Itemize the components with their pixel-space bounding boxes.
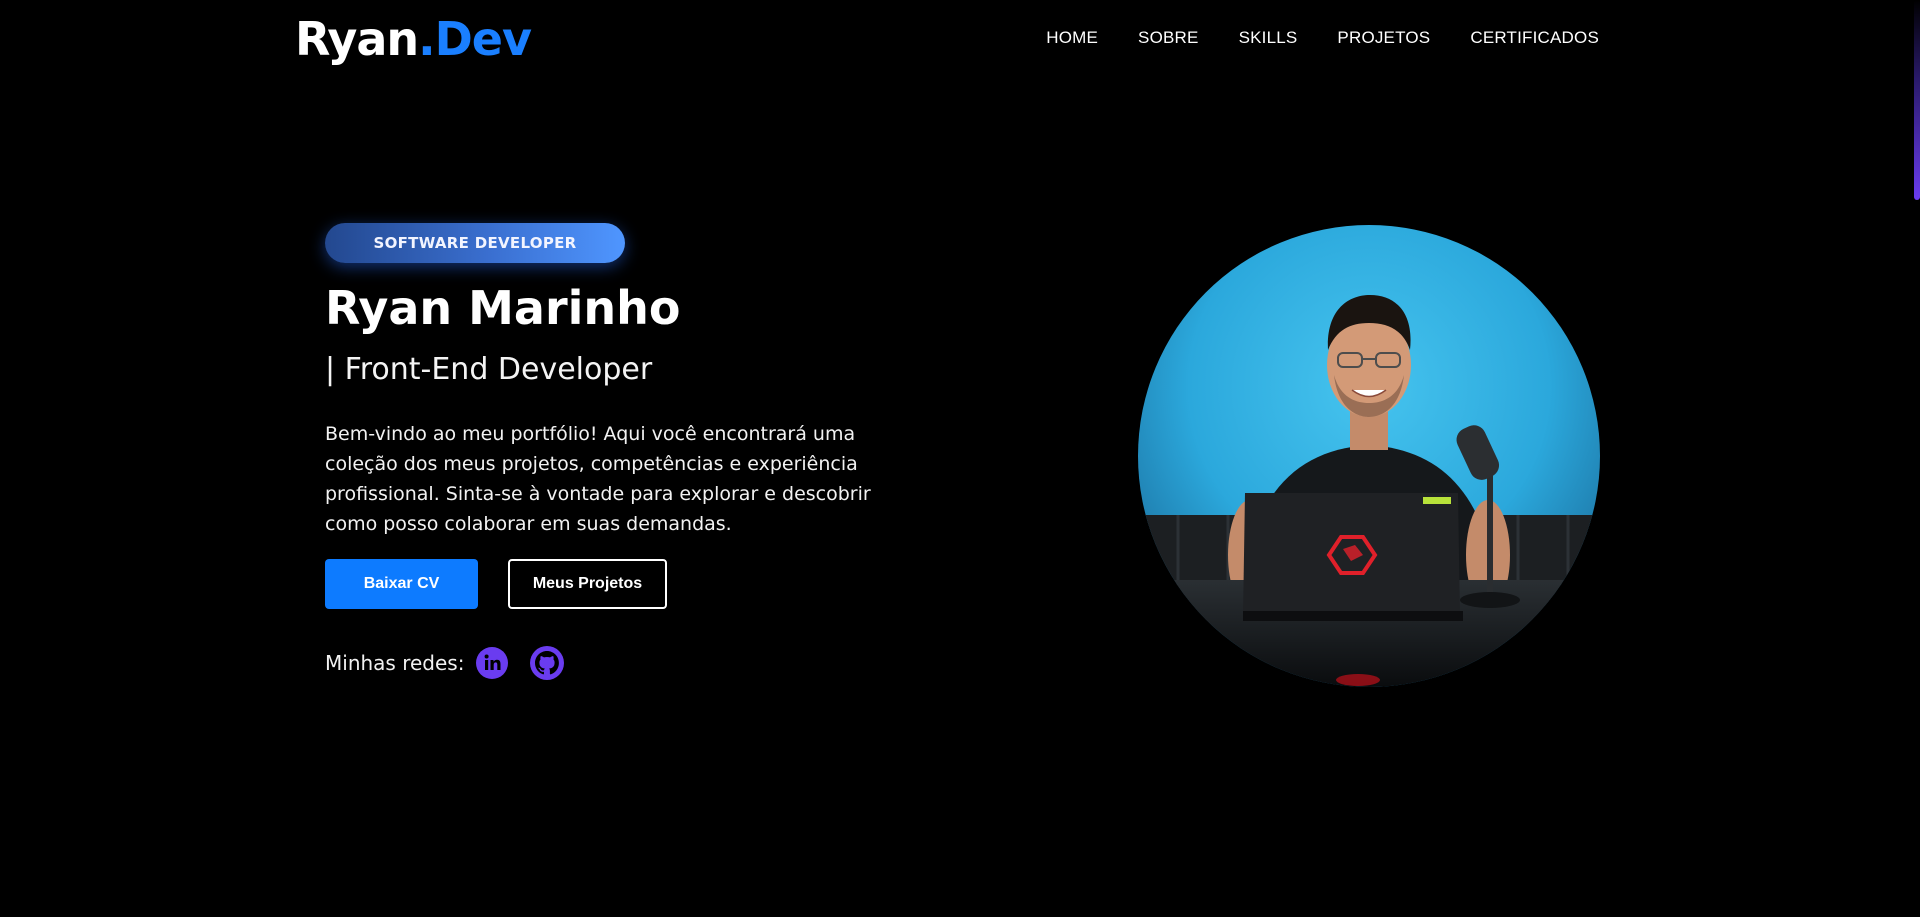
socials-label: Minhas redes: — [325, 651, 465, 675]
nav-item-home[interactable]: HOME — [1046, 28, 1098, 47]
site-logo[interactable]: Ryan.Dev — [295, 12, 532, 66]
nav-item-certificados[interactable]: CERTIFICADOS — [1470, 28, 1599, 47]
role-badge: SOFTWARE DEVELOPER — [325, 223, 625, 263]
nav-item-sobre[interactable]: SOBRE — [1138, 28, 1199, 47]
download-cv-button[interactable]: Baixar CV — [325, 559, 478, 609]
nav-item-projetos[interactable]: PROJETOS — [1337, 28, 1430, 47]
main-nav: HOME SOBRE SKILLS PROJETOS CERTIFICADOS — [1046, 28, 1599, 48]
site-header: Ryan.Dev HOME SOBRE SKILLS PROJETOS CERT… — [0, 0, 1920, 80]
hero-role: | Front-End Developer — [325, 352, 653, 387]
nav-item-skills[interactable]: SKILLS — [1239, 28, 1298, 47]
hero-actions: Baixar CV Meus Projetos — [325, 559, 885, 609]
github-icon[interactable] — [529, 645, 565, 681]
scrollbar[interactable] — [1914, 0, 1920, 917]
portfolio-page: Ryan.Dev HOME SOBRE SKILLS PROJETOS CERT… — [0, 0, 1920, 917]
linkedin-icon[interactable] — [474, 645, 510, 681]
my-projects-button[interactable]: Meus Projetos — [508, 559, 667, 609]
hero-intro: SOFTWARE DEVELOPER Ryan Marinho | Front-… — [325, 223, 885, 681]
hero-intro-text: Bem-vindo ao meu portfólio! Aqui você en… — [325, 423, 871, 535]
logo-name: Ryan — [295, 12, 419, 66]
profile-photo — [1138, 225, 1600, 687]
logo-suffix: .Dev — [418, 12, 532, 66]
scrollbar-thumb[interactable] — [1914, 0, 1920, 200]
social-links: Minhas redes: — [325, 645, 885, 681]
hero-name: Ryan Marinho — [325, 281, 681, 335]
